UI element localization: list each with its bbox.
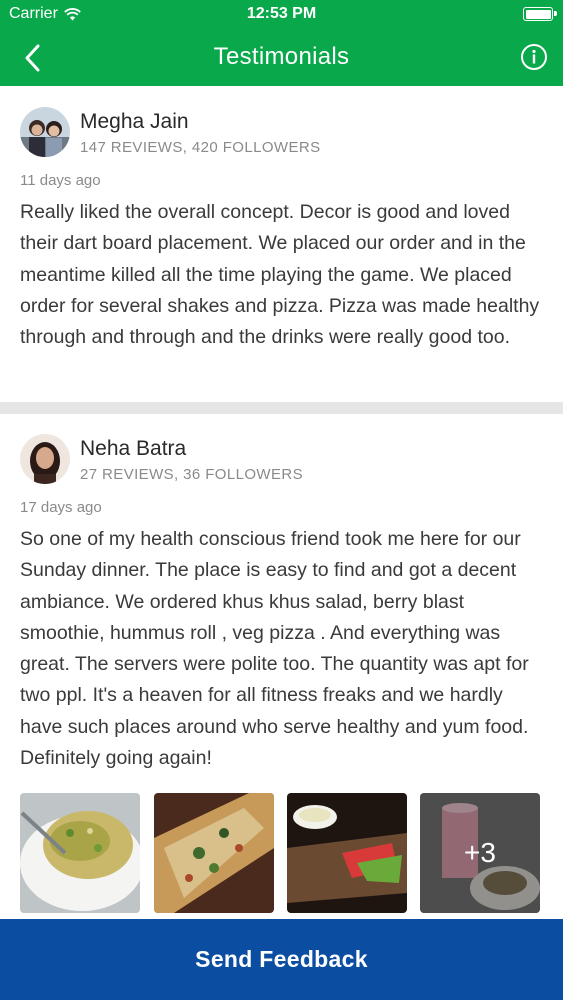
battery-icon xyxy=(523,7,557,21)
reviewer-stats: 147 REVIEWS, 420 FOLLOWERS xyxy=(80,139,321,156)
status-time: 12:53 PM xyxy=(246,5,317,22)
review-photos: +3 xyxy=(20,793,541,913)
review-date: 11 days ago xyxy=(20,172,101,189)
send-feedback-button[interactable]: Send Feedback xyxy=(0,919,563,1000)
info-icon[interactable] xyxy=(520,43,548,71)
header-bar: Carrier 12:53 PM Testimonials xyxy=(0,0,563,86)
review-photo-pizza[interactable] xyxy=(154,793,274,913)
avatar[interactable] xyxy=(20,434,70,484)
review-photo-salad[interactable] xyxy=(20,793,140,913)
page-title: Testimonials xyxy=(213,43,350,70)
review-text: So one of my health conscious friend too… xyxy=(20,528,529,770)
section-divider xyxy=(0,402,563,414)
reviewer-stats: 27 REVIEWS, 36 FOLLOWERS xyxy=(80,466,303,483)
navigation-bar: Testimonials xyxy=(0,30,563,86)
review-photo-roll[interactable] xyxy=(287,793,407,913)
status-bar: Carrier 12:53 PM xyxy=(0,0,563,30)
reviewer-name[interactable]: Megha Jain xyxy=(80,110,189,134)
more-photos-count[interactable]: +3 xyxy=(420,793,540,913)
send-feedback-label: Send Feedback xyxy=(195,946,368,972)
avatar[interactable] xyxy=(20,107,70,157)
review-date: 17 days ago xyxy=(20,499,102,516)
review-card: Megha Jain 147 REVIEWS, 420 FOLLOWERS 11… xyxy=(0,86,563,402)
review-text: Really liked the overall concept. Decor … xyxy=(20,201,540,349)
review-photo-smoothie[interactable]: +3 xyxy=(420,793,540,913)
reviewer-name[interactable]: Neha Batra xyxy=(80,437,186,461)
